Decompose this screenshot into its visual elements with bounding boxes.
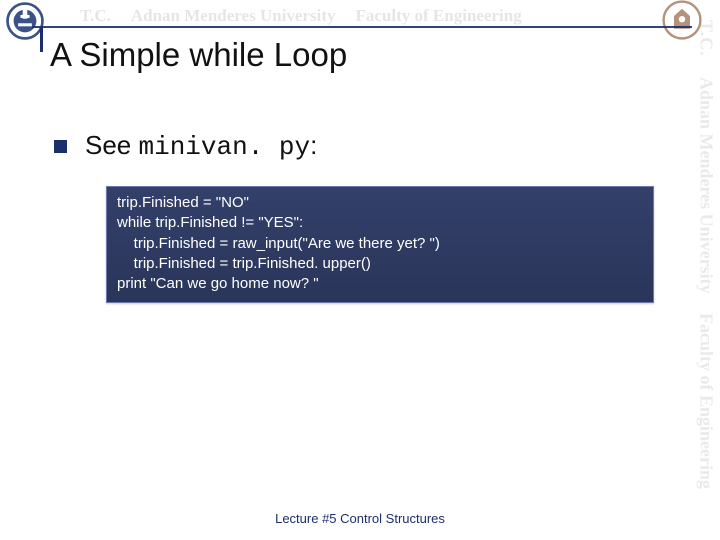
university-logo-icon bbox=[6, 2, 44, 40]
bullet-row: See minivan. py: bbox=[54, 130, 317, 162]
bullet-text: See minivan. py: bbox=[85, 130, 317, 162]
wm-univ: Adnan Menderes University bbox=[131, 6, 336, 26]
header-watermark: T.C. Adnan Menderes University Faculty o… bbox=[0, 4, 720, 28]
wm-side-fac: Faculty of Engineering bbox=[696, 313, 717, 489]
code-block: trip.Finished = "NO" while trip.Finished… bbox=[106, 186, 654, 303]
filename: minivan. py bbox=[139, 132, 311, 162]
code-line-1: trip.Finished = "NO" bbox=[117, 193, 643, 213]
code-line-4: trip.Finished = trip.Finished. upper() bbox=[117, 254, 643, 274]
wm-fac: Faculty of Engineering bbox=[356, 6, 522, 26]
wm-tc: T.C. bbox=[80, 6, 111, 26]
see-label: See bbox=[85, 130, 139, 160]
code-line-6: print "Can we go home now? " bbox=[117, 274, 643, 294]
code-line-3: trip.Finished = raw_input("Are we there … bbox=[117, 234, 643, 254]
title-tick bbox=[40, 26, 43, 52]
code-line-2: while trip.Finished != "YES": bbox=[117, 213, 643, 233]
slide-footer: Lecture #5 Control Structures bbox=[0, 511, 720, 526]
faculty-logo-icon bbox=[662, 0, 702, 40]
bullet-icon bbox=[54, 140, 67, 153]
side-watermark: T.C. Adnan Menderes University Faculty o… bbox=[686, 0, 720, 540]
wm-side-univ: Adnan Menderes University bbox=[696, 77, 717, 294]
colon: : bbox=[310, 130, 317, 160]
slide-title: A Simple while Loop bbox=[50, 36, 347, 74]
title-divider bbox=[32, 26, 692, 28]
